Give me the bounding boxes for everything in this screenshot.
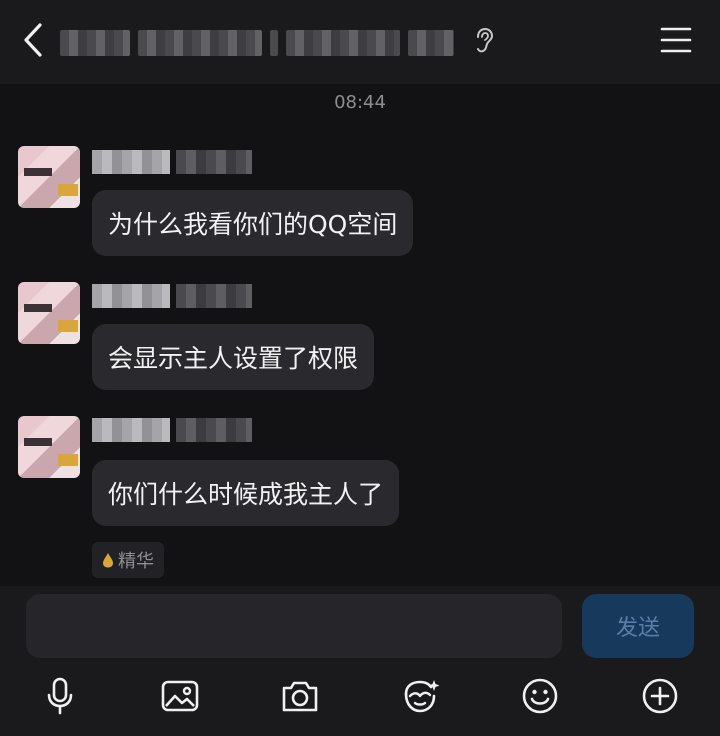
send-button[interactable]: 发送	[582, 594, 694, 658]
message-input[interactable]	[26, 594, 562, 658]
message-bubble[interactable]: 会显示主人设置了权限	[92, 324, 375, 390]
redacted-sender-name	[92, 418, 252, 442]
avatar[interactable]	[18, 146, 80, 208]
essence-badge[interactable]: 精华	[92, 542, 164, 578]
sticker-button[interactable]	[398, 674, 442, 718]
ear-icon[interactable]	[474, 26, 496, 56]
redacted-sender-name	[92, 150, 252, 174]
emoji-button[interactable]	[518, 674, 562, 718]
composer: 发送	[0, 586, 720, 736]
menu-icon	[660, 27, 692, 53]
plus-icon	[642, 678, 678, 714]
menu-button[interactable]	[658, 24, 694, 56]
back-button[interactable]	[16, 20, 52, 60]
more-button[interactable]	[638, 674, 682, 718]
face-sticker-icon	[404, 680, 440, 713]
microphone-icon	[47, 677, 73, 715]
redacted-sender-name	[92, 284, 252, 308]
camera-button[interactable]	[278, 674, 322, 718]
redacted-title-segment	[286, 30, 400, 56]
avatar[interactable]	[18, 416, 80, 478]
gallery-button[interactable]	[158, 674, 202, 718]
message-bubble[interactable]: 你们什么时候成我主人了	[92, 460, 400, 526]
top-bar	[0, 0, 720, 84]
redacted-title-segment	[408, 30, 454, 56]
avatar[interactable]	[18, 282, 80, 344]
emoji-icon	[522, 678, 558, 714]
composer-toolbar	[0, 674, 720, 718]
redacted-title-segment	[60, 30, 130, 56]
voice-button[interactable]	[38, 674, 82, 718]
redacted-title-segment	[270, 30, 278, 56]
chevron-left-icon	[24, 23, 42, 57]
message-bubble[interactable]: 为什么我看你们的QQ空间	[92, 190, 414, 256]
camera-icon	[282, 681, 318, 712]
essence-badge-label: 精华	[118, 551, 154, 572]
redacted-title-segment	[138, 30, 262, 56]
message-timestamp: 08:44	[334, 92, 386, 113]
drop-icon	[103, 553, 113, 568]
image-icon	[161, 680, 199, 712]
chat-title	[60, 28, 454, 58]
